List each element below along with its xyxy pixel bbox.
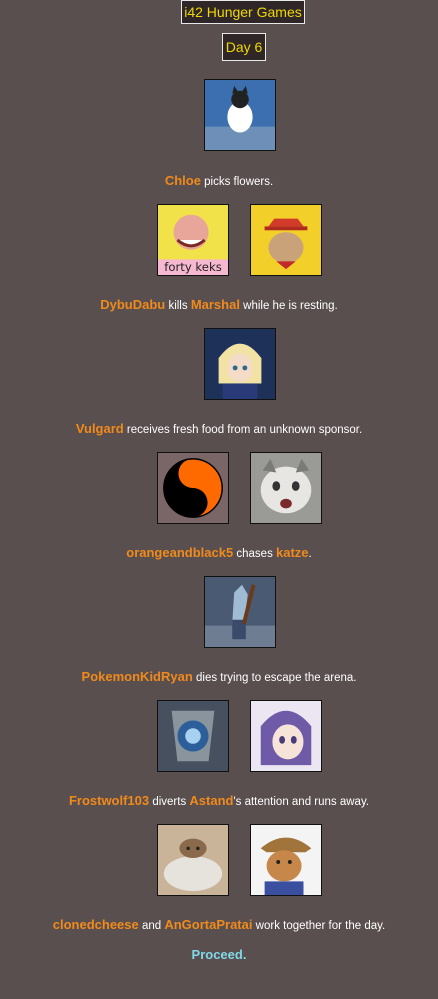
event-text: work together for the day.	[252, 920, 386, 932]
event-text: receives fresh food from an unknown spon…	[123, 424, 363, 436]
player-name: clonedcheese	[52, 917, 139, 932]
event-4: orangeandblack5 chases katze.	[0, 545, 438, 560]
day-label: Day 6	[222, 33, 266, 61]
avatar-astand	[250, 700, 322, 772]
player-name: Chloe	[164, 173, 201, 188]
event-6: Frostwolf103 diverts Astand's attention …	[0, 793, 438, 808]
player-name: katze	[276, 545, 309, 560]
event-text: kills	[165, 300, 191, 312]
avatar-clonedcheese	[157, 824, 229, 896]
player-name: Vulgard	[75, 421, 124, 436]
event-text: picks flowers.	[200, 176, 274, 188]
event-text: .	[308, 548, 312, 560]
avatar-vulgard	[204, 328, 276, 400]
event-text: while he is resting.	[239, 300, 338, 312]
avatar-dybudabu: forty keks	[157, 204, 229, 276]
event-5: PokemonKidRyan dies trying to escape the…	[0, 669, 438, 684]
avatar-chloe	[204, 79, 276, 151]
event-3: Vulgard receives fresh food from an unkn…	[0, 421, 438, 436]
player-name: PokemonKidRyan	[81, 669, 193, 684]
game-title: i42 Hunger Games	[181, 0, 305, 24]
avatar-marshal	[250, 204, 322, 276]
event-text: dies trying to escape the arena.	[192, 672, 357, 684]
avatar-angortapratai	[250, 824, 322, 896]
event-text: chases	[233, 548, 277, 560]
event-7: clonedcheese and AnGortaPratai work toge…	[0, 917, 438, 932]
event-text: diverts	[149, 796, 190, 808]
player-name: AnGortaPratai	[164, 917, 253, 932]
player-name: Astand	[189, 793, 234, 808]
event-2: DybuDabu kills Marshal while he is resti…	[0, 297, 438, 312]
player-name: Marshal	[190, 297, 240, 312]
avatar-orangeandblack5	[157, 452, 229, 524]
player-name: orangeandblack5	[126, 545, 234, 560]
avatar-katze	[250, 452, 322, 524]
event-text: 's attention and runs away.	[233, 796, 370, 808]
proceed-link[interactable]: Proceed.	[0, 947, 438, 962]
player-name: DybuDabu	[100, 297, 166, 312]
player-name: Frostwolf103	[68, 793, 150, 808]
avatar-pokemonkidryan	[204, 576, 276, 648]
event-text: and	[138, 920, 165, 932]
avatar-frostwolf103	[157, 700, 229, 772]
event-1: Chloe picks flowers.	[0, 173, 438, 188]
avatar-caption: forty keks	[164, 260, 222, 274]
